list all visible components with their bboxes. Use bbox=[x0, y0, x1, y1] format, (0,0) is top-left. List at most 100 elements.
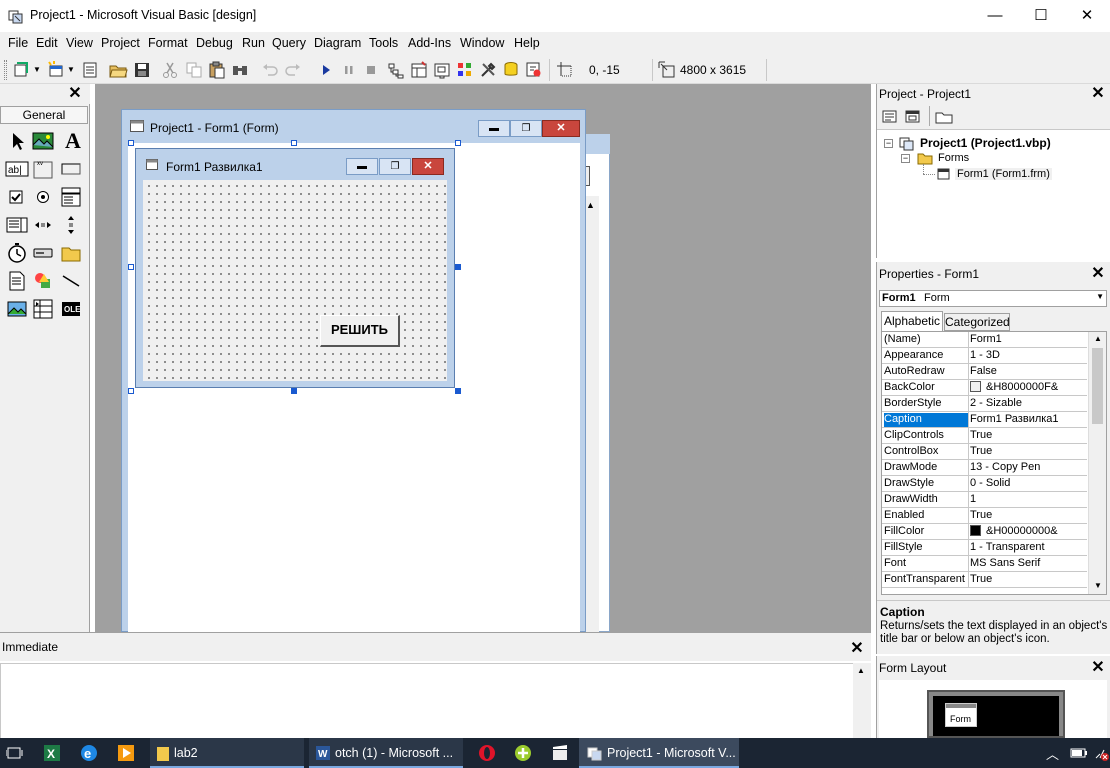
combobox-icon[interactable] bbox=[58, 184, 84, 210]
property-row[interactable]: DrawStyle 0 - Solid bbox=[882, 476, 1087, 492]
taskbar-item-vb[interactable]: Project1 - Microsoft V... bbox=[579, 738, 739, 768]
break-icon[interactable] bbox=[339, 60, 359, 80]
toolbar-grip[interactable] bbox=[4, 60, 7, 80]
object-selector-combo[interactable]: Form1 Form ▼ bbox=[879, 290, 1107, 307]
menu-run[interactable]: Run bbox=[242, 36, 265, 50]
drivelistbox-icon[interactable] bbox=[30, 240, 56, 266]
property-name[interactable]: Caption bbox=[884, 413, 968, 427]
property-value[interactable]: Form1 bbox=[970, 333, 1086, 347]
chevron-up-icon[interactable]: ▲ bbox=[586, 200, 595, 210]
property-value[interactable]: &H00000000& bbox=[970, 525, 1086, 539]
property-row[interactable]: BackColor &H8000000F& bbox=[882, 380, 1087, 396]
scrollbar-thumb[interactable] bbox=[1092, 348, 1103, 424]
redo-icon[interactable] bbox=[283, 60, 303, 80]
ole-icon[interactable]: OLE bbox=[58, 296, 84, 322]
property-value[interactable]: True bbox=[970, 445, 1086, 459]
excel-icon[interactable]: X bbox=[43, 744, 61, 762]
property-value[interactable]: True bbox=[970, 573, 1086, 587]
clapperboard-icon[interactable] bbox=[551, 744, 569, 762]
property-row[interactable]: ClipControls True bbox=[882, 428, 1087, 444]
open-project-icon[interactable] bbox=[108, 60, 128, 80]
chevron-down-icon[interactable]: ▼ bbox=[1096, 292, 1104, 301]
tree-collapse-toggle[interactable]: − bbox=[884, 139, 893, 148]
resize-handle[interactable] bbox=[455, 140, 461, 146]
toolbox-tab-general[interactable]: General bbox=[0, 106, 88, 124]
property-value[interactable]: True bbox=[970, 429, 1086, 443]
menu-diagram[interactable]: Diagram bbox=[314, 36, 361, 50]
start-icon[interactable] bbox=[316, 60, 336, 80]
property-row[interactable]: DrawWidth 1 bbox=[882, 492, 1087, 508]
close-icon[interactable]: ✕ bbox=[1088, 84, 1108, 104]
component-manager-icon[interactable] bbox=[524, 60, 544, 80]
property-name[interactable]: Appearance bbox=[884, 349, 968, 363]
project-explorer-icon[interactable] bbox=[386, 60, 406, 80]
add-project-icon[interactable] bbox=[12, 60, 32, 80]
property-name[interactable]: FontTransparent bbox=[884, 573, 968, 587]
properties-scrollbar[interactable]: ▲ ▼ bbox=[1088, 332, 1106, 594]
pointer-icon[interactable] bbox=[4, 128, 30, 154]
listbox-icon[interactable] bbox=[4, 212, 30, 238]
property-row[interactable]: (Name) Form1 bbox=[882, 332, 1087, 348]
close-icon[interactable]: ✕ bbox=[1088, 264, 1108, 284]
save-project-icon[interactable] bbox=[132, 60, 152, 80]
resize-handle[interactable] bbox=[455, 388, 461, 394]
menu-file[interactable]: File bbox=[8, 36, 28, 50]
property-value[interactable]: 1 bbox=[970, 493, 1086, 507]
property-row[interactable]: DrawMode 13 - Copy Pen bbox=[882, 460, 1087, 476]
hscrollbar-icon[interactable] bbox=[30, 212, 56, 238]
minimize-button[interactable]: — bbox=[972, 0, 1018, 31]
resize-handle[interactable] bbox=[128, 140, 134, 146]
close-button[interactable]: ✕ bbox=[1064, 0, 1110, 31]
data-view-icon[interactable] bbox=[501, 60, 521, 80]
close-icon[interactable]: ✕ bbox=[65, 84, 85, 104]
form1-window[interactable]: Form1 Развилка1 ▬ ❐ ✕ РЕШИТЬ bbox=[135, 148, 455, 388]
property-value[interactable]: 1 - 3D bbox=[970, 349, 1086, 363]
property-value[interactable]: Form1 Развилка1 bbox=[970, 413, 1086, 427]
property-name[interactable]: DrawWidth bbox=[884, 493, 968, 507]
property-value[interactable]: 13 - Copy Pen bbox=[970, 461, 1086, 475]
menu-format[interactable]: Format bbox=[148, 36, 188, 50]
property-value[interactable]: MS Sans Serif bbox=[970, 557, 1086, 571]
close-icon[interactable]: ✕ bbox=[1088, 658, 1108, 678]
property-row[interactable]: FillColor &H00000000& bbox=[882, 524, 1087, 540]
minimize-icon[interactable]: ▬ bbox=[478, 120, 510, 137]
tree-form1-item[interactable]: Form1 (Form1.frm) bbox=[955, 168, 1052, 180]
cut-icon[interactable] bbox=[160, 60, 180, 80]
chevron-up-icon[interactable]: ︿ bbox=[1046, 744, 1059, 763]
shape-icon[interactable] bbox=[30, 268, 56, 294]
property-name[interactable]: BorderStyle bbox=[884, 397, 968, 411]
property-row[interactable]: Enabled True bbox=[882, 508, 1087, 524]
toolbox-icon[interactable] bbox=[478, 60, 498, 80]
vscrollbar-icon[interactable] bbox=[58, 212, 84, 238]
menu-project[interactable]: Project bbox=[101, 36, 140, 50]
property-value[interactable]: &H8000000F& bbox=[970, 381, 1086, 395]
picturebox-icon[interactable] bbox=[30, 128, 56, 154]
battery-icon[interactable] bbox=[1070, 746, 1088, 760]
taskbar-item-lab2[interactable]: lab2 bbox=[150, 738, 304, 768]
property-value[interactable]: 1 - Transparent bbox=[970, 541, 1086, 555]
menu-view[interactable]: View bbox=[66, 36, 93, 50]
toggle-folders-icon[interactable] bbox=[935, 109, 953, 125]
chevron-down-icon[interactable]: ▼ bbox=[33, 65, 41, 74]
property-value[interactable]: 0 - Solid bbox=[970, 477, 1086, 491]
property-name[interactable]: ClipControls bbox=[884, 429, 968, 443]
property-name[interactable]: Enabled bbox=[884, 509, 968, 523]
label-icon[interactable]: A bbox=[60, 128, 86, 154]
property-row[interactable]: ControlBox True bbox=[882, 444, 1087, 460]
property-row[interactable]: AutoRedraw False bbox=[882, 364, 1087, 380]
checkbox-icon[interactable] bbox=[4, 184, 30, 210]
tree-project-root[interactable]: Project1 (Project1.vbp) bbox=[920, 136, 1051, 150]
resize-handle[interactable] bbox=[291, 140, 297, 146]
add-form-icon[interactable] bbox=[46, 60, 66, 80]
resize-handle[interactable] bbox=[455, 264, 461, 270]
copy-icon[interactable] bbox=[184, 60, 204, 80]
chevron-down-icon[interactable]: ▼ bbox=[1094, 581, 1102, 590]
resize-handle[interactable] bbox=[128, 388, 134, 394]
task-view-icon[interactable] bbox=[6, 745, 24, 761]
menu-query[interactable]: Query bbox=[272, 36, 306, 50]
menu-edit[interactable]: Edit bbox=[36, 36, 58, 50]
edge-icon[interactable]: e bbox=[80, 744, 98, 762]
end-icon[interactable] bbox=[361, 60, 381, 80]
media-player-icon[interactable] bbox=[117, 744, 135, 762]
menu-window[interactable]: Window bbox=[460, 36, 504, 50]
